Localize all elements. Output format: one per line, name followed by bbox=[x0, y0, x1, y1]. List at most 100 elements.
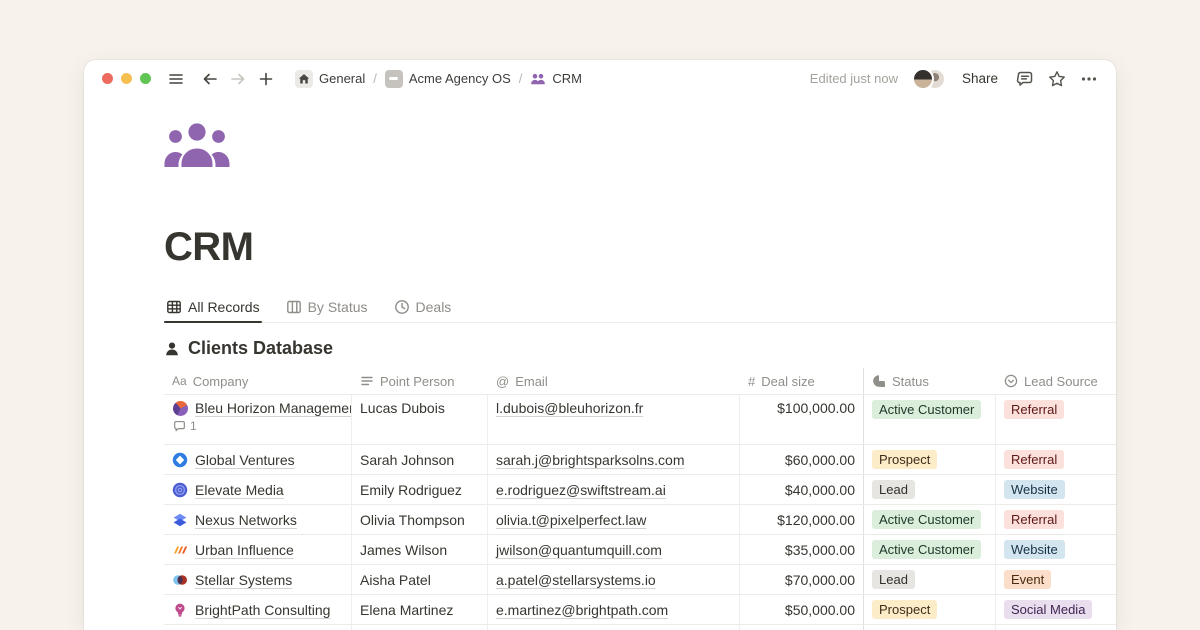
back-button[interactable] bbox=[199, 68, 221, 90]
status-badge[interactable]: Lead bbox=[872, 570, 915, 589]
status-cell[interactable]: Prospect bbox=[864, 595, 996, 624]
breadcrumb-label: CRM bbox=[552, 71, 582, 86]
column-label: Lead Source bbox=[1024, 374, 1098, 389]
email-cell[interactable]: l.dubois@bleuhorizon.fr bbox=[488, 395, 740, 444]
breadcrumb-item-general[interactable]: General bbox=[291, 68, 369, 90]
collaborator-avatars[interactable] bbox=[912, 68, 946, 90]
status-cell[interactable]: Lead bbox=[864, 565, 996, 594]
company-link[interactable]: Bleu Horizon Management bbox=[195, 400, 352, 416]
deal-size-cell[interactable]: $120,000.00 bbox=[740, 505, 864, 534]
lead-source-cell[interactable]: Event bbox=[996, 565, 1116, 594]
comment-count[interactable]: 1 bbox=[172, 419, 197, 433]
deal-size-cell[interactable]: $35,000.00 bbox=[740, 535, 864, 564]
email-cell[interactable]: olivia.t@pixelperfect.law bbox=[488, 505, 740, 534]
company-cell[interactable]: Global Ventures bbox=[164, 445, 352, 474]
lead-source-cell[interactable]: Website bbox=[996, 535, 1116, 564]
lead-source-cell[interactable]: Social Media bbox=[996, 595, 1116, 624]
tab-label: Deals bbox=[416, 299, 452, 315]
company-link[interactable]: Urban Influence bbox=[195, 542, 294, 558]
company-link[interactable]: Global Ventures bbox=[195, 452, 295, 468]
more-options-icon[interactable] bbox=[1080, 70, 1098, 88]
zoom-window-button[interactable] bbox=[140, 73, 151, 84]
company-cell[interactable]: Stellar Systems bbox=[164, 565, 352, 594]
status-badge[interactable]: Prospect bbox=[872, 450, 937, 469]
email-cell[interactable]: sarah.j@brightsparksolns.com bbox=[488, 445, 740, 474]
favorite-star-icon[interactable] bbox=[1048, 70, 1066, 88]
lead-source-badge[interactable]: Event bbox=[1004, 570, 1051, 589]
column-header-point-person[interactable]: Point Person bbox=[352, 368, 488, 394]
point-person-cell[interactable]: Emily Rodriguez bbox=[352, 475, 488, 504]
company-cell[interactable]: BrightPath Consulting bbox=[164, 595, 352, 624]
column-header-email[interactable]: @ Email bbox=[488, 368, 740, 394]
status-cell[interactable]: Active Customer bbox=[864, 535, 996, 564]
minimize-window-button[interactable] bbox=[121, 73, 132, 84]
status-cell[interactable]: Active Customer bbox=[864, 505, 996, 534]
status-cell[interactable]: Prospect bbox=[864, 445, 996, 474]
email-cell[interactable]: e.rodriguez@swiftstream.ai bbox=[488, 475, 740, 504]
lead-source-badge[interactable]: Website bbox=[1004, 540, 1065, 559]
point-person-cell[interactable]: Olivia Thompson bbox=[352, 505, 488, 534]
lead-source-badge[interactable]: Social Media bbox=[1004, 600, 1092, 619]
breadcrumb-item-workspace[interactable]: Acme Agency OS bbox=[381, 68, 515, 90]
column-header-lead-source[interactable]: Lead Source bbox=[996, 368, 1116, 394]
share-button[interactable]: Share bbox=[958, 69, 1002, 88]
status-badge[interactable]: Active Customer bbox=[872, 510, 981, 529]
column-header-status[interactable]: Status bbox=[864, 368, 996, 394]
lead-source-badge[interactable]: Referral bbox=[1004, 450, 1064, 469]
comments-icon[interactable] bbox=[1016, 70, 1034, 88]
deal-size-cell[interactable]: $60,000.00 bbox=[740, 445, 864, 474]
company-link[interactable]: Elevate Media bbox=[195, 482, 284, 498]
breadcrumb-item-crm[interactable]: CRM bbox=[526, 69, 586, 89]
deal-size-cell[interactable]: $70,000.00 bbox=[740, 565, 864, 594]
tab-by-status[interactable]: By Status bbox=[284, 295, 370, 322]
point-person-cell[interactable]: James Wilson bbox=[352, 535, 488, 564]
status-badge[interactable]: Lead bbox=[872, 480, 915, 499]
deal-size-cell[interactable]: $50,000.00 bbox=[740, 595, 864, 624]
deal-size-cell[interactable]: $100,000.00 bbox=[740, 395, 864, 444]
avatar bbox=[912, 68, 934, 90]
lead-source-badge[interactable]: Referral bbox=[1004, 510, 1064, 529]
company-link[interactable]: BrightPath Consulting bbox=[195, 602, 330, 618]
lead-source-cell[interactable]: Referral bbox=[996, 445, 1116, 474]
lead-source-cell[interactable]: Referral bbox=[996, 625, 1116, 630]
point-person-cell[interactable]: Aisha Patel bbox=[352, 565, 488, 594]
new-page-button[interactable] bbox=[255, 68, 277, 90]
close-window-button[interactable] bbox=[102, 73, 113, 84]
email-cell[interactable]: jwilson@quantumquill.com bbox=[488, 535, 740, 564]
company-cell[interactable]: Nexus Networks bbox=[164, 505, 352, 534]
point-person-cell[interactable]: Jenn Whitmore bbox=[352, 625, 488, 630]
column-header-deal-size[interactable]: # Deal size bbox=[740, 368, 864, 394]
status-badge[interactable]: Prospect bbox=[872, 600, 937, 619]
company-cell[interactable]: Vertex Innovations bbox=[164, 625, 352, 630]
email-cell[interactable]: jenn@vertexinnov.io bbox=[488, 625, 740, 630]
sidebar-toggle-icon[interactable] bbox=[165, 68, 187, 90]
lead-source-cell[interactable]: Website bbox=[996, 475, 1116, 504]
company-cell[interactable]: Urban Influence bbox=[164, 535, 352, 564]
company-link[interactable]: Stellar Systems bbox=[195, 572, 292, 588]
deal-size-cell[interactable]: $40,000.00 bbox=[740, 475, 864, 504]
company-cell[interactable]: Elevate Media bbox=[164, 475, 352, 504]
email-cell[interactable]: a.patel@stellarsystems.io bbox=[488, 565, 740, 594]
status-cell[interactable]: Active Customer bbox=[864, 395, 996, 444]
lead-source-badge[interactable]: Referral bbox=[1004, 400, 1064, 419]
status-cell[interactable]: Lead bbox=[864, 475, 996, 504]
point-person-cell[interactable]: Sarah Johnson bbox=[352, 445, 488, 474]
deal-size-cell[interactable]: $45,000.00 bbox=[740, 625, 864, 630]
point-person-cell[interactable]: Lucas Dubois bbox=[352, 395, 488, 444]
status-badge[interactable]: Active Customer bbox=[872, 540, 981, 559]
lead-source-cell[interactable]: Referral bbox=[996, 395, 1116, 444]
status-cell[interactable]: Active Customer bbox=[864, 625, 996, 630]
company-link[interactable]: Nexus Networks bbox=[195, 512, 297, 528]
column-header-company[interactable]: Aa Company bbox=[164, 368, 352, 394]
lead-source-cell[interactable]: Referral bbox=[996, 505, 1116, 534]
page-people-group-icon[interactable] bbox=[164, 123, 230, 167]
company-cell[interactable]: Bleu Horizon Management 1 bbox=[164, 395, 352, 444]
forward-button[interactable] bbox=[227, 68, 249, 90]
point-person-cell[interactable]: Elena Martinez bbox=[352, 595, 488, 624]
tab-all-records[interactable]: All Records bbox=[164, 295, 262, 322]
email-cell[interactable]: e.martinez@brightpath.com bbox=[488, 595, 740, 624]
status-badge[interactable]: Active Customer bbox=[872, 400, 981, 419]
tab-label: By Status bbox=[308, 299, 368, 315]
lead-source-badge[interactable]: Website bbox=[1004, 480, 1065, 499]
tab-deals[interactable]: Deals bbox=[392, 295, 454, 322]
